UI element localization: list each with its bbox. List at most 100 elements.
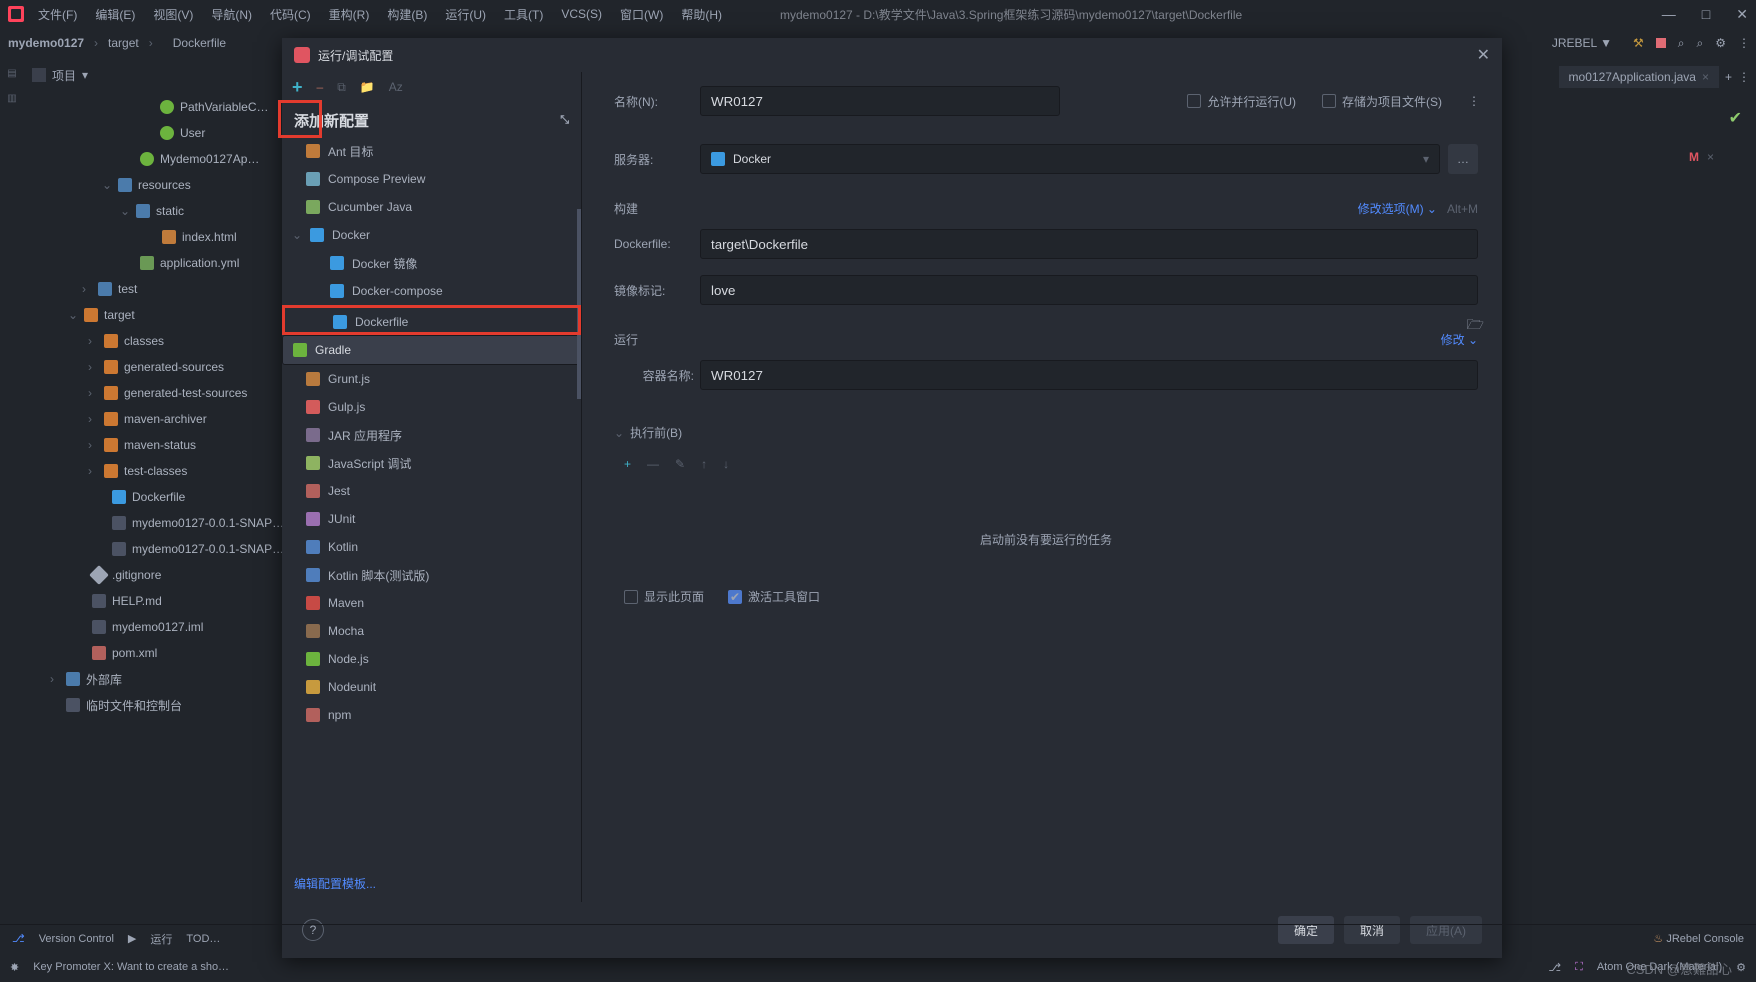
config-type-node-js[interactable]: Node.js xyxy=(282,645,581,673)
container-name-input[interactable] xyxy=(700,360,1478,390)
tree-node[interactable]: Dockerfile xyxy=(24,484,289,510)
tree-node[interactable]: › 外部库 xyxy=(24,666,289,692)
config-type-nodeunit[interactable]: Nodeunit xyxy=(282,673,581,701)
more-options-icon[interactable]: ⋮ xyxy=(1468,94,1478,108)
config-type-mocha[interactable]: Mocha xyxy=(282,617,581,645)
remove-config-icon[interactable]: – xyxy=(317,80,324,94)
config-type-docker[interactable]: ⌄ Docker xyxy=(282,221,581,249)
collapse-icon[interactable]: ⤡ xyxy=(560,114,569,127)
branch-icon[interactable]: ⎇ xyxy=(1548,961,1561,974)
editor-tab[interactable]: mo0127Application.java × xyxy=(1559,66,1719,88)
config-type-junit[interactable]: JUnit xyxy=(282,505,581,533)
config-type-npm[interactable]: npm xyxy=(282,701,581,729)
server-settings-button[interactable]: … xyxy=(1448,144,1478,174)
menu-build[interactable]: 构建(B) xyxy=(387,6,427,23)
config-type-grunt-js[interactable]: Grunt.js xyxy=(282,365,581,393)
allow-parallel-checkbox[interactable]: 允许并行运行(U) xyxy=(1187,93,1296,110)
config-type-gradle[interactable]: Gradle xyxy=(282,335,581,365)
store-project-checkbox[interactable]: 存储为项目文件(S) xyxy=(1322,93,1442,110)
tree-node[interactable]: mydemo0127-0.0.1-SNAP… xyxy=(24,510,289,536)
before-up-icon[interactable]: ↑ xyxy=(701,457,707,471)
tree-node[interactable]: › test-classes xyxy=(24,458,289,484)
config-type-docker-[interactable]: Docker 镜像 xyxy=(282,249,581,277)
tree-node[interactable]: › test xyxy=(24,276,289,302)
stop-icon[interactable] xyxy=(1656,38,1666,48)
edit-templates-link[interactable]: 编辑配置模板... xyxy=(282,865,581,902)
tree-node[interactable]: mydemo0127.iml xyxy=(24,614,289,640)
activate-tool-window-checkbox[interactable]: ✔激活工具窗口 xyxy=(728,588,820,605)
tree-node[interactable]: Mydemo0127Ap… xyxy=(24,146,289,172)
browse-file-icon[interactable]: 🗁 xyxy=(1467,314,1484,338)
menu-navigate[interactable]: 导航(N) xyxy=(211,6,252,23)
sort-config-icon[interactable]: Aᴢ xyxy=(389,80,403,94)
menu-code[interactable]: 代码(C) xyxy=(270,6,311,23)
todo-tab[interactable]: TOD… xyxy=(186,933,220,945)
project-label[interactable]: 项目 xyxy=(52,67,76,84)
tree-node[interactable]: HELP.md xyxy=(24,588,289,614)
config-type-cucumber-java[interactable]: Cucumber Java xyxy=(282,193,581,221)
tree-node[interactable]: application.yml xyxy=(24,250,289,276)
run-icon[interactable]: ▶ xyxy=(128,932,136,945)
config-type-gulp-js[interactable]: Gulp.js xyxy=(282,393,581,421)
folder-config-icon[interactable]: 📁 xyxy=(360,80,375,94)
project-tool-button[interactable]: ▤ xyxy=(7,68,18,79)
notification-icon[interactable]: ✸ xyxy=(10,961,19,974)
tree-node[interactable]: .gitignore xyxy=(24,562,289,588)
dialog-close-icon[interactable]: ✕ xyxy=(1477,45,1490,65)
jrebel-console-tab[interactable]: ♨ JRebel Console xyxy=(1653,932,1744,945)
breadcrumb-file[interactable]: Dockerfile xyxy=(173,36,226,50)
tree-node[interactable]: ⌄ static xyxy=(24,198,289,224)
menu-help[interactable]: 帮助(H) xyxy=(681,6,722,23)
scrollbar-thumb[interactable] xyxy=(577,209,581,399)
tree-node[interactable]: › maven-status xyxy=(24,432,289,458)
config-type-jar-[interactable]: JAR 应用程序 xyxy=(282,421,581,449)
config-type-dockerfile[interactable]: Dockerfile xyxy=(285,308,578,336)
config-type-docker-compose[interactable]: Docker-compose xyxy=(282,277,581,305)
tree-node[interactable]: index.html xyxy=(24,224,289,250)
dockerfile-input[interactable] xyxy=(700,229,1478,259)
tree-node[interactable]: ⌄ resources xyxy=(24,172,289,198)
server-select[interactable]: Docker ▾ xyxy=(700,144,1440,174)
image-tag-input[interactable] xyxy=(700,275,1478,305)
search-icon[interactable]: ⌕ xyxy=(1697,36,1704,51)
project-dropdown-icon[interactable]: ▾ xyxy=(82,68,88,82)
config-type-maven[interactable]: Maven xyxy=(282,589,581,617)
tree-node[interactable]: User xyxy=(24,120,289,146)
menu-edit[interactable]: 编辑(E) xyxy=(95,6,135,23)
tree-node[interactable]: › classes xyxy=(24,328,289,354)
jrebel-dropdown[interactable]: JREBEL ▼ xyxy=(1543,33,1621,53)
tree-node[interactable]: 临时文件和控制台 xyxy=(24,692,289,718)
vcs-icon[interactable]: ⎇ xyxy=(12,932,25,945)
window-close-icon[interactable]: ✕ xyxy=(1736,6,1748,23)
name-input[interactable] xyxy=(700,86,1060,116)
close-tab-icon[interactable]: × xyxy=(1702,70,1709,84)
menu-window[interactable]: 窗口(W) xyxy=(620,6,663,23)
before-chevron-icon[interactable]: ⌄ xyxy=(614,426,624,440)
menu-tools[interactable]: 工具(T) xyxy=(504,6,543,23)
tree-node[interactable]: pom.xml xyxy=(24,640,289,666)
run-tab[interactable]: 运行 xyxy=(150,931,172,947)
menu-file[interactable]: 文件(F) xyxy=(38,6,77,23)
hammer-build-icon[interactable]: ⚒ xyxy=(1633,36,1644,50)
tree-node[interactable]: ⌄ target xyxy=(24,302,289,328)
config-type-kotlin[interactable]: Kotlin xyxy=(282,533,581,561)
config-type-compose-preview[interactable]: Compose Preview xyxy=(282,165,581,193)
menu-refactor[interactable]: 重构(R) xyxy=(329,6,370,23)
settings-icon[interactable]: ⚙ xyxy=(1715,36,1726,50)
breadcrumb-target[interactable]: target xyxy=(108,36,139,50)
menu-run[interactable]: 运行(U) xyxy=(445,6,486,23)
breadcrumb-root[interactable]: mydemo0127 xyxy=(8,36,84,50)
tree-node[interactable]: › maven-archiver xyxy=(24,406,289,432)
config-type-javascript-[interactable]: JavaScript 调试 xyxy=(282,449,581,477)
config-type-ant-[interactable]: Ant 目标 xyxy=(282,137,581,165)
window-minimize-icon[interactable]: — xyxy=(1662,6,1676,23)
tree-node[interactable]: PathVariableC… xyxy=(24,94,289,120)
modify-options-link[interactable]: 修改选项(M) ⌄ xyxy=(1358,200,1437,217)
window-maximize-icon[interactable]: □ xyxy=(1702,6,1710,23)
before-add-icon[interactable]: + xyxy=(624,457,631,471)
config-type-jest[interactable]: Jest xyxy=(282,477,581,505)
breadcrumb[interactable]: mydemo0127 › target › Dockerfile xyxy=(8,36,226,50)
tabs-more-icon[interactable]: ⋮ xyxy=(1738,70,1748,84)
settings-icon[interactable]: ⚙ xyxy=(1736,961,1746,974)
translate-icon[interactable]: ⌕ xyxy=(1678,36,1685,51)
